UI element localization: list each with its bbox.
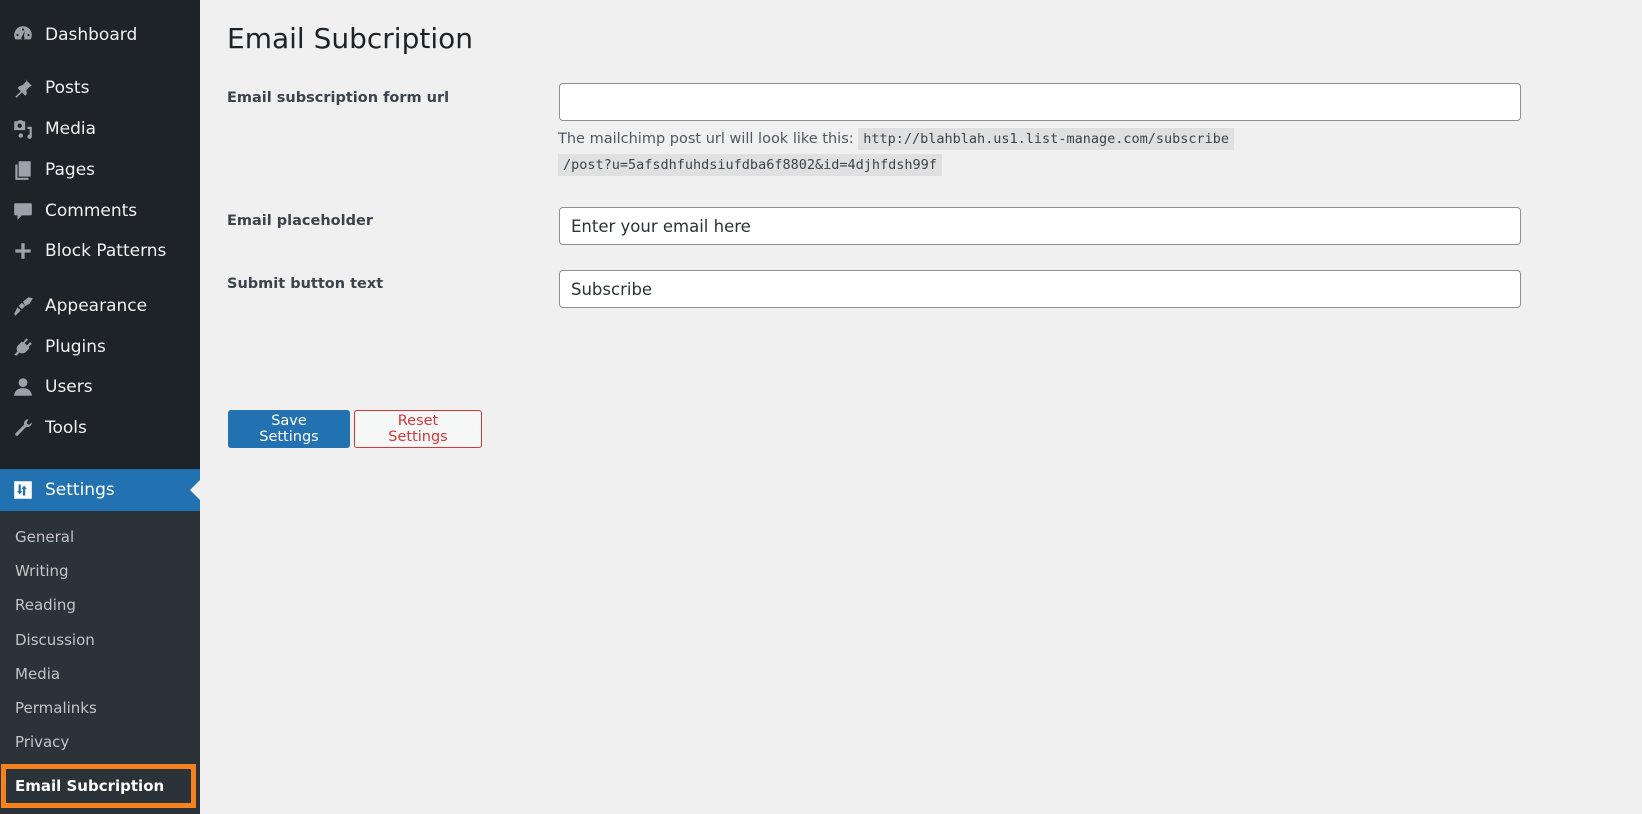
comment-icon bbox=[11, 199, 35, 223]
admin-sidebar: Dashboard Posts Media Pages Comments Blo… bbox=[0, 0, 200, 814]
sidebar-item-label: Media bbox=[45, 119, 97, 139]
plus-icon bbox=[11, 239, 35, 263]
pages-icon bbox=[11, 158, 35, 182]
submenu-label: Email Subcription bbox=[15, 777, 165, 795]
example-url-line2: /post?u=5afsdhfuhdsiufdba6f8802&id=4djhf… bbox=[558, 154, 942, 176]
example-url-line1: http://blahblah.us1.list-manage.com/subs… bbox=[858, 128, 1234, 150]
submenu-item-media[interactable]: Media bbox=[0, 657, 200, 691]
sidebar-item-label: Block Patterns bbox=[45, 241, 167, 261]
submenu-label: Reading bbox=[15, 596, 76, 614]
sidebar-item-appearance[interactable]: Appearance bbox=[0, 286, 200, 326]
submenu-item-writing[interactable]: Writing bbox=[0, 554, 200, 588]
sidebar-item-label: Dashboard bbox=[45, 25, 138, 45]
save-settings-button[interactable]: Save Settings bbox=[228, 410, 350, 448]
reset-settings-button[interactable]: Reset Settings bbox=[354, 410, 482, 448]
settings-sliders-icon bbox=[11, 478, 35, 502]
wrench-icon bbox=[11, 416, 35, 440]
sidebar-item-block-patterns[interactable]: Block Patterns bbox=[0, 231, 200, 271]
sidebar-item-plugins[interactable]: Plugins bbox=[0, 327, 200, 367]
sidebar-item-posts[interactable]: Posts bbox=[0, 68, 200, 108]
sidebar-item-dashboard[interactable]: Dashboard bbox=[0, 15, 200, 55]
submit-text-input[interactable] bbox=[559, 270, 1521, 308]
submenu-label: Discussion bbox=[15, 631, 95, 649]
form-url-label: Email subscription form url bbox=[227, 90, 450, 106]
email-placeholder-label: Email placeholder bbox=[227, 213, 373, 229]
submenu-item-email-subcription[interactable]: Email Subcription bbox=[1, 764, 196, 808]
sidebar-item-settings[interactable]: Settings bbox=[0, 469, 200, 511]
media-icon bbox=[11, 117, 35, 141]
submenu-label: Privacy bbox=[15, 733, 70, 751]
user-icon bbox=[11, 375, 35, 399]
plug-icon bbox=[11, 335, 35, 359]
submenu-item-permalinks[interactable]: Permalinks bbox=[0, 691, 200, 725]
sidebar-item-tools[interactable]: Tools bbox=[0, 408, 200, 448]
settings-submenu: General Writing Reading Discussion Media… bbox=[0, 511, 200, 814]
sidebar-item-label: Tools bbox=[45, 418, 87, 438]
sidebar-item-label: Pages bbox=[45, 160, 96, 180]
email-placeholder-input[interactable] bbox=[559, 207, 1521, 245]
sidebar-item-label: Settings bbox=[45, 480, 115, 500]
sidebar-item-label: Plugins bbox=[45, 337, 106, 357]
sidebar-item-label: Users bbox=[45, 377, 93, 397]
sidebar-item-label: Posts bbox=[45, 78, 90, 98]
sidebar-item-label: Appearance bbox=[45, 296, 148, 316]
sidebar-item-pages[interactable]: Pages bbox=[0, 150, 200, 190]
sidebar-item-media[interactable]: Media bbox=[0, 109, 200, 149]
form-url-description: The mailchimp post url will look like th… bbox=[558, 126, 1278, 178]
submenu-label: Writing bbox=[15, 562, 69, 580]
submenu-item-general[interactable]: General bbox=[0, 520, 200, 554]
submenu-label: Media bbox=[15, 665, 61, 683]
paintbrush-icon bbox=[11, 294, 35, 318]
description-text: The mailchimp post url will look like th… bbox=[558, 131, 854, 147]
sidebar-item-users[interactable]: Users bbox=[0, 367, 200, 407]
submit-text-label: Submit button text bbox=[227, 276, 384, 292]
submenu-label: Permalinks bbox=[15, 699, 97, 717]
sidebar-item-label: Comments bbox=[45, 201, 138, 221]
submenu-item-reading[interactable]: Reading bbox=[0, 588, 200, 622]
page-title: Email Subcription bbox=[227, 22, 473, 55]
dashboard-icon bbox=[11, 23, 35, 47]
sidebar-item-comments[interactable]: Comments bbox=[0, 191, 200, 231]
submenu-item-privacy[interactable]: Privacy bbox=[0, 725, 200, 759]
submenu-item-discussion[interactable]: Discussion bbox=[0, 623, 200, 657]
pin-icon bbox=[11, 76, 35, 100]
submenu-label: General bbox=[15, 528, 75, 546]
main-content: Email Subcription Email subscription for… bbox=[200, 0, 1642, 814]
form-url-input[interactable] bbox=[559, 83, 1521, 121]
